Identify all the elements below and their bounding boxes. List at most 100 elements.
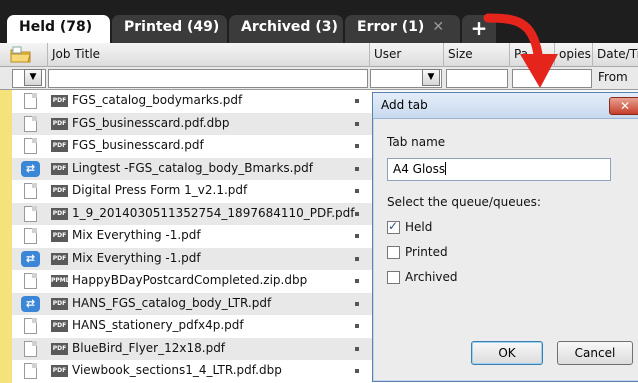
row-marker (355, 99, 359, 103)
held-marker (0, 135, 12, 158)
pdf-file-icon: PDF (51, 140, 68, 152)
row-marker (355, 211, 359, 216)
job-title-cell: Viewbook_sections1_4_LTR.pdf.dbp (72, 363, 282, 377)
pdf-file-icon: PDF (51, 185, 68, 197)
add-tab-dialog: Add tab ✕ Tab name A4 Gloss Select the q… (372, 92, 638, 382)
checkbox-printed-label[interactable]: Printed (405, 245, 448, 259)
folder-icon-column[interactable] (0, 43, 48, 67)
row-marker (355, 234, 359, 238)
job-title-cell: HappyBDayPostcardCompleted.zip.dbp (72, 273, 308, 287)
job-title-cell: BlueBird_Flyer_12x18.pdf (72, 340, 226, 355)
document-icon (24, 228, 37, 244)
document-icon (24, 138, 37, 154)
job-title-cell: Mix Everything -1.pdf (72, 250, 201, 265)
held-marker (0, 225, 12, 248)
table-row[interactable]: PPML HappyBDayPostcardCompleted.zip.dbp (0, 270, 372, 293)
table-row[interactable]: PDF FGS_businesscard.pdf (0, 135, 372, 158)
tab-printed[interactable]: Printed (49) (112, 15, 227, 43)
chevron-down-icon[interactable]: ▼ (24, 69, 42, 86)
held-marker (0, 270, 12, 293)
table-row[interactable]: ⇄ PDF Mix Everything -1.pdf (0, 247, 372, 270)
held-marker (0, 157, 12, 180)
text-caret (445, 162, 447, 175)
tab-held[interactable]: Held (78) (7, 15, 110, 43)
table-row[interactable]: PDF 1_9_2014030511352754_1897684110_PDF.p… (0, 202, 372, 225)
dialog-title-bar[interactable]: Add tab ✕ (373, 93, 638, 119)
close-icon[interactable]: ✕ (432, 19, 444, 35)
job-title-cell: Mix Everything -1.pdf (72, 228, 201, 242)
tab-name-label: Tab name (387, 135, 446, 149)
table-row[interactable]: PDF Mix Everything -1.pdf (0, 225, 372, 248)
table-row[interactable]: PDF BlueBird_Flyer_12x18.pdf (0, 337, 372, 360)
chevron-down-icon[interactable]: ▼ (422, 69, 440, 86)
document-icon (24, 183, 37, 199)
pdf-file-icon: PDF (51, 252, 68, 265)
column-date[interactable]: Date/Ti (593, 43, 638, 67)
table-row[interactable]: ⇄ PDF HANS_FGS_catalog_body_LTR.pdf (0, 292, 372, 315)
tab-archived[interactable]: Archived (3) (229, 15, 343, 43)
tab-error-label: Error (1) (357, 19, 425, 35)
held-marker (0, 360, 12, 383)
ok-button[interactable]: OK (471, 341, 543, 365)
workflow-icon: ⇄ (21, 295, 40, 312)
held-marker (0, 292, 12, 315)
held-marker (0, 247, 12, 270)
row-marker (355, 189, 359, 193)
document-icon (24, 93, 37, 109)
job-list: PDF FGS_catalog_bodymarks.pdf PDF FGS_busin… (0, 90, 372, 383)
held-marker (0, 180, 12, 203)
filter-date-from[interactable]: From (598, 70, 628, 84)
row-marker (355, 121, 359, 126)
row-marker (355, 144, 359, 148)
checkbox-archived[interactable] (387, 271, 400, 284)
dialog-title: Add tab (381, 98, 428, 112)
row-marker (355, 324, 359, 328)
job-title-cell: FGS_businesscard.pdf.dbp (72, 115, 230, 130)
dialog-close-button[interactable]: ✕ (609, 97, 638, 115)
folder-icon (10, 46, 31, 63)
pdf-file-icon: PDF (51, 117, 68, 130)
ppml-file-icon: PPML (51, 275, 70, 287)
job-title-cell: HANS_stationery_pdfx4p.pdf (72, 318, 244, 332)
table-row[interactable]: PDF Viewbook_sections1_4_LTR.pdf.dbp (0, 360, 372, 383)
table-row[interactable]: PDF Digital Press Form 1_v2.1.pdf (0, 180, 372, 203)
workflow-icon: ⇄ (21, 160, 40, 177)
pdf-file-icon: PDF (51, 162, 68, 175)
table-row[interactable]: PDF HANS_stationery_pdfx4p.pdf (0, 315, 372, 338)
held-marker (0, 202, 12, 225)
document-icon (24, 115, 37, 132)
workflow-icon: ⇄ (21, 250, 40, 267)
checkbox-archived-label[interactable]: Archived (405, 270, 458, 284)
document-icon (24, 318, 37, 334)
table-row[interactable]: PDF FGS_catalog_bodymarks.pdf (0, 90, 372, 113)
job-title-cell: Lingtest -FGS_catalog_body_Bmarks.pdf (72, 160, 313, 175)
tab-printed-label: Printed (49) (124, 19, 220, 35)
held-marker (0, 112, 12, 135)
row-marker (355, 346, 359, 351)
pdf-file-icon: PDF (51, 365, 68, 377)
row-marker (355, 369, 359, 373)
checkbox-printed[interactable] (387, 246, 400, 259)
column-user[interactable]: User (370, 43, 444, 67)
job-title-cell: 1_9_2014030511352754_1897684110_PDF.pdf (72, 205, 355, 220)
job-title-cell: HANS_FGS_catalog_body_LTR.pdf (72, 295, 272, 310)
table-row[interactable]: ⇄ PDF Lingtest -FGS_catalog_body_Bmarks.pd… (0, 157, 372, 180)
tab-held-label: Held (78) (19, 19, 93, 35)
pdf-file-icon: PDF (51, 207, 68, 220)
pdf-file-icon: PDF (51, 342, 68, 355)
job-title-cell: FGS_businesscard.pdf (72, 138, 204, 152)
held-marker (0, 90, 12, 113)
tab-error[interactable]: Error (1) ✕ (345, 15, 460, 43)
filter-job-title-input[interactable] (48, 69, 368, 88)
checkbox-held[interactable] (387, 219, 400, 234)
column-job-title[interactable]: Job Title (48, 43, 370, 67)
checkbox-held-label[interactable]: Held (405, 220, 432, 234)
row-marker (355, 256, 359, 261)
tab-name-input[interactable]: A4 Gloss (387, 158, 611, 181)
table-row[interactable]: PDF FGS_businesscard.pdf.dbp (0, 112, 372, 135)
cancel-button[interactable]: Cancel (557, 341, 633, 365)
held-marker (0, 337, 12, 360)
job-title-cell: FGS_catalog_bodymarks.pdf (72, 93, 243, 107)
pdf-file-icon: PDF (51, 95, 68, 107)
row-marker (355, 301, 359, 306)
